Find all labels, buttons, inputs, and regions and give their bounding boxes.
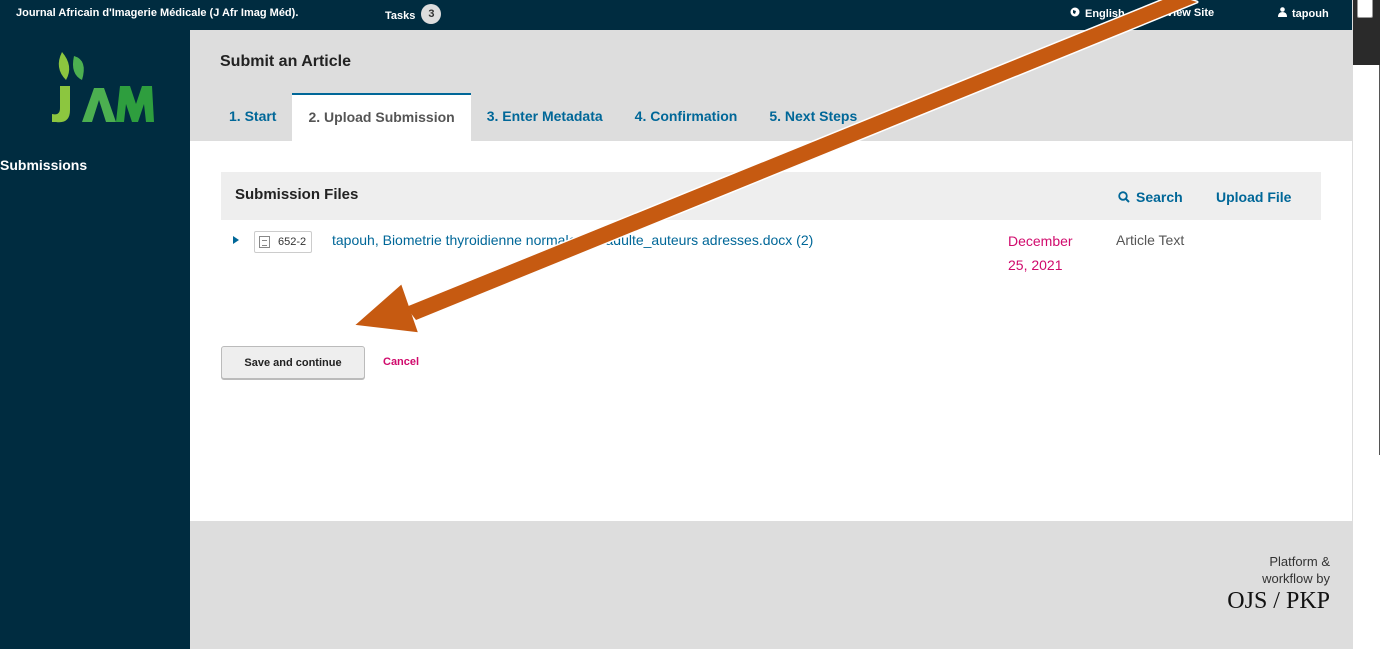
tasks-button[interactable]: Tasks 3 [385,4,442,24]
file-genre: Article Text [1116,232,1185,248]
upload-file-link[interactable]: Upload File [1216,189,1291,205]
footer: Platform & workflow by OJS / PKP [190,521,1352,649]
tasks-label: Tasks [385,9,416,22]
globe-icon [1070,7,1080,20]
sidebar: Submissions [0,30,190,649]
page-title: Submit an Article [220,53,351,70]
file-date: December 25, 2021 [1008,233,1073,273]
pkp-credit[interactable]: Platform & workflow by OJS / PKP [1227,553,1330,615]
file-row: 652-2 tapouh, Biometrie thyroidienne nor… [221,220,1321,284]
journal-title-link[interactable]: Journal Africain d'Imagerie Médicale (J … [16,7,298,19]
journal-logo[interactable] [44,46,154,128]
page-scrollbar[interactable] [1352,0,1380,649]
view-site-link[interactable]: View Site [1166,7,1214,19]
ojs-pkp-logo: OJS / PKP [1227,588,1330,614]
save-and-continue-button[interactable]: Save and continue [221,346,365,379]
user-menu[interactable]: tapouh [1278,7,1329,20]
submission-files-grid: Submission Files Search Upload File 652-… [221,172,1321,284]
tab-upload-submission[interactable]: 2. Upload Submission [292,93,471,141]
tab-next-steps[interactable]: 5. Next Steps [753,93,873,141]
username-label: tapouh [1292,8,1329,20]
user-icon [1278,7,1287,20]
search-icon [1118,190,1130,206]
tab-start[interactable]: 1. Start [213,93,292,141]
search-link[interactable]: Search [1118,189,1183,206]
search-label: Search [1136,189,1183,205]
scrollbar-thumb[interactable] [1357,0,1373,18]
grid-header: Submission Files Search Upload File [221,172,1321,220]
wizard-tabs: 1. Start 2. Upload Submission 3. Enter M… [213,93,873,141]
grid-title: Submission Files [235,186,359,203]
file-name-link[interactable]: tapouh, Biometrie thyroidienne normale d… [332,232,813,248]
credit-line-1: Platform & [1269,554,1330,569]
tab-confirmation[interactable]: 4. Confirmation [619,93,754,141]
document-icon [259,236,270,248]
top-bar: Journal Africain d'Imagerie Médicale (J … [0,0,1352,30]
file-id-badge: 652-2 [254,231,313,253]
tasks-count-badge: 3 [421,4,442,24]
credit-line-2: workflow by [1262,571,1330,586]
language-menu[interactable]: English [1070,7,1125,20]
expand-row-icon[interactable] [233,236,239,244]
cancel-link[interactable]: Cancel [383,356,419,368]
language-label: English [1085,8,1125,20]
tab-enter-metadata[interactable]: 3. Enter Metadata [471,93,619,141]
view-site-label: View Site [1166,7,1215,19]
sidebar-item-submissions[interactable]: Submissions [0,157,87,173]
page-header: Submit an Article 1. Start 2. Upload Sub… [190,30,1352,141]
file-id: 652-2 [278,236,307,248]
